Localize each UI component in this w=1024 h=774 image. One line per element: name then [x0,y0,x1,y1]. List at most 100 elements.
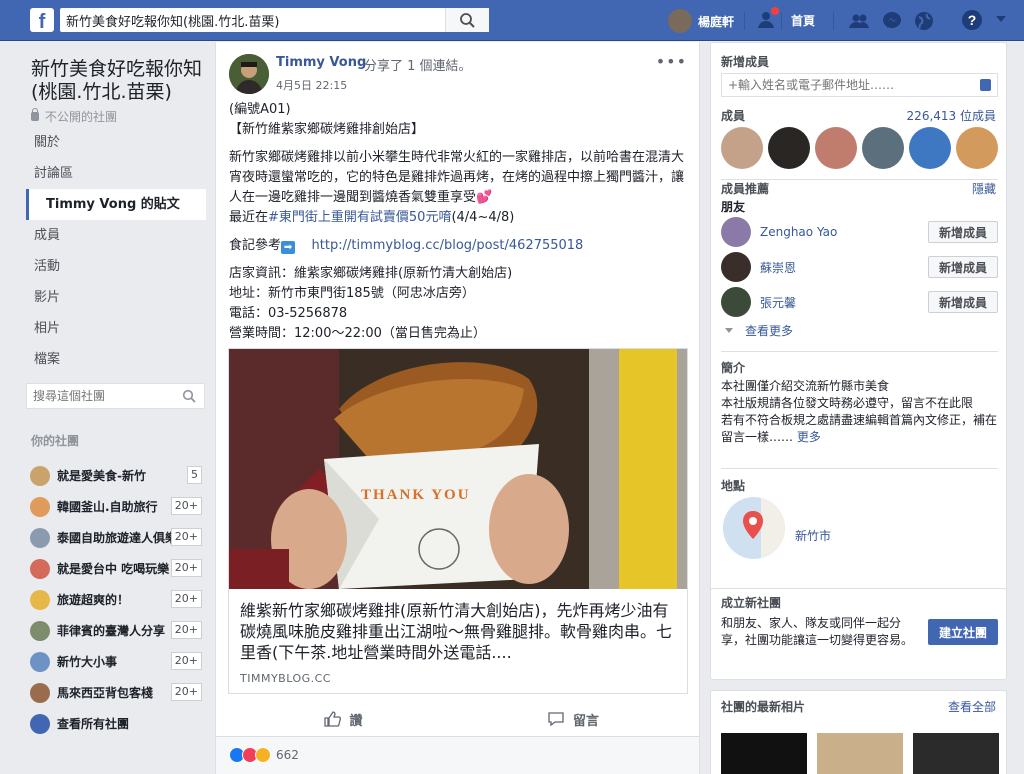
like-label: 讚 [349,713,363,729]
nav-discussion[interactable]: 討論區 [26,158,206,189]
group-name: 泰國自助旅遊達人俱樂部 [57,531,172,545]
group-avatar [30,589,50,610]
group-avatar [30,682,50,703]
add-member-field [721,73,998,97]
promo-suffix: (4/4~4/8) [451,210,515,225]
avatar[interactable] [721,252,751,282]
facebook-logo-icon[interactable]: f [30,8,54,32]
location-name[interactable]: 新竹市 [795,527,831,544]
home-link[interactable]: 首頁 [791,12,815,29]
avatar[interactable] [956,127,998,169]
nav-member-posts[interactable]: Timmy Vong 的貼文 [26,189,206,220]
group-list-item[interactable]: 就是愛美食-新竹 5 [30,460,202,491]
post-author[interactable]: Timmy Vong [276,55,366,70]
photo-thumbnail[interactable] [913,733,999,774]
notifications-globe-icon[interactable] [913,10,935,32]
link-preview-card[interactable]: THANK YOU 維紫新竹家鄉碳烤雞排(原新竹清大創始店)，先炸再烤少油有碳燒… [228,348,688,694]
promo-prefix: 最近在 [229,210,269,225]
help-icon[interactable]: ? [962,10,982,30]
avatar [668,9,692,33]
intro-text: 本社團僅介紹交流新竹縣市美食 本社版規請各位發文時務必遵守，留言不在此限 若有不… [721,378,998,446]
avatar[interactable] [815,127,857,169]
intro-more-link[interactable]: 更多 [797,430,821,444]
profile-link[interactable]: 楊庭軒 [668,8,734,34]
post-timestamp[interactable]: 4月5日 22:15 [276,77,347,93]
group-list-item[interactable]: 韓國釜山.自助旅行 20+ [30,491,202,522]
comment-button[interactable]: 留言 [458,702,688,736]
avatar[interactable] [909,127,951,169]
reaction-count[interactable]: 662 [276,748,299,762]
group-list-item[interactable]: 馬來西亞背包客棧 20+ [30,677,202,708]
members-heading[interactable]: 成員 [721,107,745,124]
nav-photos[interactable]: 相片 [26,313,206,344]
thank-you-print: THANK YOU [361,487,471,503]
add-member-button[interactable]: 新增成員 [928,291,998,313]
group-title[interactable]: 新竹美食好吃報你知(桃園.竹北.苗栗) [31,58,206,104]
store-info: 店家資訊：維紫家鄉碳烤雞排(原新竹清大創始店) [229,266,513,281]
see-all-groups-link[interactable]: 查看所有社團 [30,708,202,739]
avatar[interactable] [721,287,751,317]
author-avatar[interactable] [229,54,269,94]
suggested-member-name[interactable]: 張元馨 [760,294,928,311]
like-button[interactable]: 讚 [228,702,458,736]
nav-files[interactable]: 檔案 [26,344,206,375]
reference-url[interactable]: http://timmyblog.cc/blog/post/462755018 [312,238,584,253]
search-button[interactable] [445,8,489,32]
post-options-button[interactable]: ••• [656,52,687,71]
suggested-member-name[interactable]: Zenghao Yao [760,225,928,239]
members-card: 新增成員 成員 226,413 位成員 成員推薦 隱藏 朋友 Zenghao Y… [710,42,1007,598]
add-members-heading: 新增成員 [721,55,770,69]
group-list-item[interactable]: 菲律賓的臺灣人分享 20+ [30,615,202,646]
photo-thumbnail[interactable] [817,733,903,774]
add-member-button[interactable]: 新增成員 [928,221,998,243]
avatar[interactable] [768,127,810,169]
see-all-photos-link[interactable]: 查看全部 [948,698,996,715]
group-avatar [30,465,50,486]
unread-count-badge: 20+ [170,652,202,670]
members-count[interactable]: 226,413 位成員 [907,107,996,124]
add-member-input[interactable] [722,74,972,96]
group-name: 就是愛美食-新竹 [57,469,146,483]
reference-label: 食記參考 [229,238,282,253]
reaction-summary[interactable]: 662 [229,747,299,763]
account-menu-chevron-down-icon[interactable] [996,16,1006,22]
group-list-item[interactable]: 旅遊超爽的！ 20+ [30,584,202,615]
top-search-input[interactable] [60,8,450,32]
nav-about[interactable]: 關於 [26,127,206,158]
link-preview-image[interactable]: THANK YOU [229,349,687,589]
nav-members[interactable]: 成員 [26,220,206,251]
find-friends-icon[interactable] [755,7,779,31]
hide-suggestions-link[interactable]: 隱藏 [972,180,996,197]
group-name: 就是愛台中 吃喝玩樂 [57,562,170,576]
create-group-button[interactable]: 建立社團 [928,619,998,645]
group-avatar [30,651,50,672]
heart-emoji-icon: 💕 [476,190,493,205]
contacts-icon[interactable] [980,79,991,91]
avatar[interactable] [721,127,763,169]
group-list-item[interactable]: 泰國自助旅遊達人俱樂部20+ [30,522,202,553]
post-text: (編號A01) 【新竹維紫家鄉碳烤雞排創始店】 新竹家鄉碳烤雞排以前小米攀生時代… [229,100,689,344]
photo-thumbnail[interactable] [721,733,807,774]
friend-requests-icon[interactable] [848,10,870,32]
group-search-input[interactable] [27,384,177,408]
messenger-icon[interactable] [881,10,903,32]
group-list-item[interactable]: 就是愛台中 吃喝玩樂 20+ [30,553,202,584]
lock-icon [31,108,39,121]
see-more-link[interactable]: 查看更多 [725,322,793,339]
hashtag-link[interactable]: #東門街上重開有試賣價50元唷 [268,210,451,225]
avatar[interactable] [721,217,751,247]
group-list-item[interactable]: 新竹大小事 20+ [30,646,202,677]
suggested-member-name[interactable]: 蘇崇恩 [760,259,928,276]
divider [721,351,998,352]
nav-videos[interactable]: 影片 [26,282,206,313]
unread-count-badge: 20+ [170,621,202,639]
avatar[interactable] [862,127,904,169]
unread-count-badge: 20+ [170,683,202,701]
nav-events[interactable]: 活動 [26,251,206,282]
location-map[interactable] [723,497,785,559]
search-icon[interactable] [182,389,196,403]
add-member-button[interactable]: 新增成員 [928,256,998,278]
link-title[interactable]: 維紫新竹家鄉碳烤雞排(原新竹清大創始店)，先炸再烤少油有碳燒風味脆皮雞排重出江湖… [240,600,680,663]
